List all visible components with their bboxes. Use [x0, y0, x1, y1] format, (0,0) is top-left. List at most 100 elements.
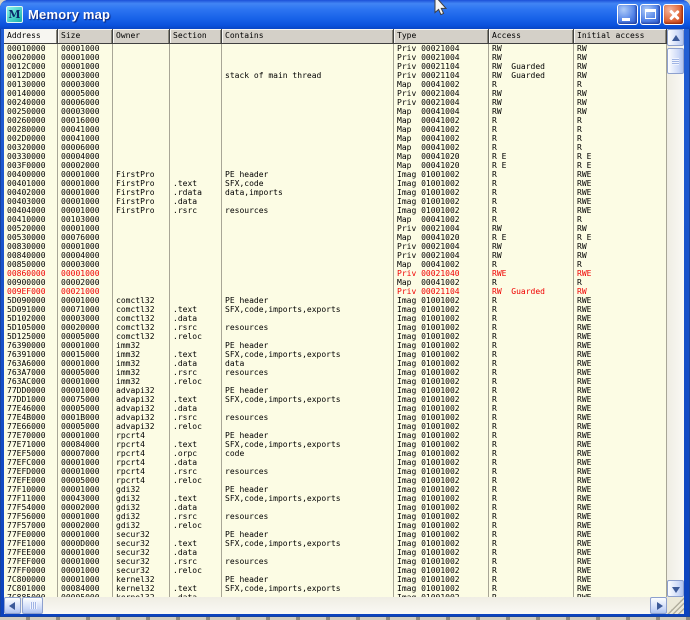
- table-row[interactable]: 763A600000001000imm32.datadataImag 01001…: [4, 359, 667, 368]
- table-row[interactable]: 0002000000001000Priv 00021004RWRW: [4, 53, 667, 62]
- table-row[interactable]: 77E4B0000001B000advapi32.rsrcresourcesIm…: [4, 413, 667, 422]
- table-row[interactable]: 77E7000000001000rpcrt4PE headerImag 0100…: [4, 431, 667, 440]
- table-row[interactable]: 0025000000003000Map 00041004RWRW: [4, 107, 667, 116]
- cell-size: 00021000: [58, 287, 113, 296]
- table-row[interactable]: 0040100000001000FirstPro.textSFX,codeIma…: [4, 179, 667, 188]
- cell-access: R: [489, 449, 574, 458]
- cell-address: 77EFD000: [4, 467, 58, 476]
- table-row[interactable]: 0028000000041000Map 00041002RR: [4, 125, 667, 134]
- table-row[interactable]: 0090000000002000Map 00041002RR: [4, 278, 667, 287]
- table-row[interactable]: 5D09100000071000comctl32.textSFX,code,im…: [4, 305, 667, 314]
- column-header-contains[interactable]: Contains: [222, 29, 394, 44]
- column-header-owner[interactable]: Owner: [113, 29, 170, 44]
- table-row[interactable]: 0041000000103000Map 00041002RR: [4, 215, 667, 224]
- cell-address: 77E70000: [4, 431, 58, 440]
- cell-section: [170, 431, 222, 440]
- cell-owner: secur32: [113, 530, 170, 539]
- table-row[interactable]: 7C80100000084000kernel32.textSFX,code,im…: [4, 584, 667, 593]
- cell-type: Imag 01001002: [394, 458, 489, 467]
- table-row[interactable]: 5D10200000003000comctl32.dataImag 010010…: [4, 314, 667, 323]
- table-row[interactable]: 77FEF00000001000secur32.rsrcresourcesIma…: [4, 557, 667, 566]
- vertical-scroll-thumb[interactable]: [667, 48, 684, 74]
- table-row[interactable]: 77E6600000005000advapi32.relocImag 01001…: [4, 422, 667, 431]
- table-row[interactable]: 5D12500000005000comctl32.relocImag 01001…: [4, 332, 667, 341]
- cell-initial-access: RWE: [574, 377, 667, 386]
- table-row[interactable]: 7C80000000001000kernel32PE headerImag 01…: [4, 575, 667, 584]
- table-row[interactable]: 003F000000002000Map 00041020R ER E: [4, 161, 667, 170]
- scroll-right-button[interactable]: [650, 597, 667, 614]
- table-row[interactable]: 0012C00000001000Priv 00021104RW GuardedR…: [4, 62, 667, 71]
- table-row[interactable]: 0026000000016000Map 00041002RR: [4, 116, 667, 125]
- cell-access: R: [489, 134, 574, 143]
- table-row[interactable]: 0012D00000003000stack of main threadPriv…: [4, 71, 667, 80]
- table-row[interactable]: 77EF500000007000rpcrt4.orpccodeImag 0100…: [4, 449, 667, 458]
- table-row[interactable]: 0032000000006000Map 00041002RR: [4, 143, 667, 152]
- column-header-access[interactable]: Access: [489, 29, 574, 44]
- table-row[interactable]: 5D09000000001000comctl32PE headerImag 01…: [4, 296, 667, 305]
- table-row[interactable]: 0085000000003000Map 00041002RR: [4, 260, 667, 269]
- table-row[interactable]: 77F5700000002000gdi32.relocImag 01001002…: [4, 521, 667, 530]
- table-row[interactable]: 0024000000006000Priv 00021004RWRW: [4, 98, 667, 107]
- table-row[interactable]: 77FE10000000D000secur32.textSFX,code,imp…: [4, 539, 667, 548]
- table-row[interactable]: 77F5600000001000gdi32.rsrcresourcesImag …: [4, 512, 667, 521]
- table-row[interactable]: 0013000000003000Map 00041002RR: [4, 80, 667, 89]
- table-row[interactable]: 77FE000000001000secur32PE headerImag 010…: [4, 530, 667, 539]
- scroll-down-button[interactable]: [667, 580, 684, 597]
- cell-address: 7C801000: [4, 584, 58, 593]
- table-row[interactable]: 0040200000001000FirstPro.rdatadata,impor…: [4, 188, 667, 197]
- column-header-initial-access[interactable]: Initial access: [574, 29, 667, 44]
- cell-initial-access: RWE: [574, 269, 667, 278]
- table-row[interactable]: 77EFD00000001000rpcrt4.rsrcresourcesImag…: [4, 467, 667, 476]
- maximize-button[interactable]: [640, 4, 661, 25]
- cell-access: R: [489, 431, 574, 440]
- vertical-scrollbar[interactable]: [667, 29, 684, 597]
- table-row[interactable]: 0053000000076000Map 00041020R ER E: [4, 233, 667, 242]
- column-header-section[interactable]: Section: [170, 29, 222, 44]
- close-button[interactable]: [663, 4, 684, 25]
- table-row[interactable]: 5D10500000020000comctl32.rsrcresourcesIm…: [4, 323, 667, 332]
- resize-grip[interactable]: [667, 597, 684, 614]
- table-row[interactable]: 0001000000001000Priv 00021004RWRW: [4, 44, 667, 53]
- titlebar[interactable]: M Memory map: [0, 0, 690, 29]
- column-header-size[interactable]: Size: [58, 29, 113, 44]
- table-row[interactable]: 0052000000001000Priv 00021004RWRW: [4, 224, 667, 233]
- cell-section: .data: [170, 458, 222, 467]
- horizontal-scroll-thumb[interactable]: [22, 597, 43, 614]
- scroll-up-button[interactable]: [667, 29, 684, 46]
- table-row[interactable]: 009EF00000021000Priv 00021104RW GuardedR…: [4, 287, 667, 296]
- table-row[interactable]: 77F1000000001000gdi32PE headerImag 01001…: [4, 485, 667, 494]
- table-row[interactable]: 0040400000001000FirstPro.rsrcresourcesIm…: [4, 206, 667, 215]
- table-row[interactable]: 77F1100000043000gdi32.textSFX,code,impor…: [4, 494, 667, 503]
- column-header-type[interactable]: Type: [394, 29, 489, 44]
- table-row[interactable]: 0040000000001000FirstProPE headerImag 01…: [4, 170, 667, 179]
- table-row[interactable]: 763AC00000001000imm32.relocImag 01001002…: [4, 377, 667, 386]
- table-row[interactable]: 77E7100000084000rpcrt4.textSFX,code,impo…: [4, 440, 667, 449]
- cell-size: 00020000: [58, 323, 113, 332]
- scroll-left-button[interactable]: [4, 597, 21, 614]
- cell-size: 00005000: [58, 404, 113, 413]
- cell-owner: FirstPro: [113, 188, 170, 197]
- horizontal-scrollbar[interactable]: [4, 597, 667, 614]
- column-header-address[interactable]: Address: [4, 29, 58, 44]
- table-row[interactable]: 0086000000001000Priv 00021040RWERWE: [4, 269, 667, 278]
- table-row[interactable]: 0033000000004000Map 00041020R ER E: [4, 152, 667, 161]
- cell-size: 00001000: [58, 242, 113, 251]
- table-row[interactable]: 77EFC00000001000rpcrt4.dataImag 01001002…: [4, 458, 667, 467]
- table-row[interactable]: 77FF000000001000secur32.relocImag 010010…: [4, 566, 667, 575]
- table-row[interactable]: 77DD100000075000advapi32.textSFX,code,im…: [4, 395, 667, 404]
- cell-initial-access: RWE: [574, 350, 667, 359]
- table-row[interactable]: 77E4600000005000advapi32.dataImag 010010…: [4, 404, 667, 413]
- minimize-button[interactable]: [617, 4, 638, 25]
- table-row[interactable]: 7639100000015000imm32.textSFX,code,impor…: [4, 350, 667, 359]
- table-row[interactable]: 77DD000000001000advapi32PE headerImag 01…: [4, 386, 667, 395]
- table-row[interactable]: 0084000000004000Priv 00021004RWRW: [4, 251, 667, 260]
- table-row[interactable]: 0014000000005000Priv 00021004RWRW: [4, 89, 667, 98]
- table-row[interactable]: 0040300000001000FirstPro.dataImag 010010…: [4, 197, 667, 206]
- table-row[interactable]: 002D000000041000Map 00041002RR: [4, 134, 667, 143]
- table-row[interactable]: 77F5400000002000gdi32.dataImag 01001002R…: [4, 503, 667, 512]
- table-row[interactable]: 763A700000005000imm32.rsrcresourcesImag …: [4, 368, 667, 377]
- table-row[interactable]: 7639000000001000imm32PE headerImag 01001…: [4, 341, 667, 350]
- table-row[interactable]: 77FEE00000001000secur32.dataImag 0100100…: [4, 548, 667, 557]
- table-row[interactable]: 0083000000001000Priv 00021004RWRW: [4, 242, 667, 251]
- table-row[interactable]: 77EFE00000005000rpcrt4.relocImag 0100100…: [4, 476, 667, 485]
